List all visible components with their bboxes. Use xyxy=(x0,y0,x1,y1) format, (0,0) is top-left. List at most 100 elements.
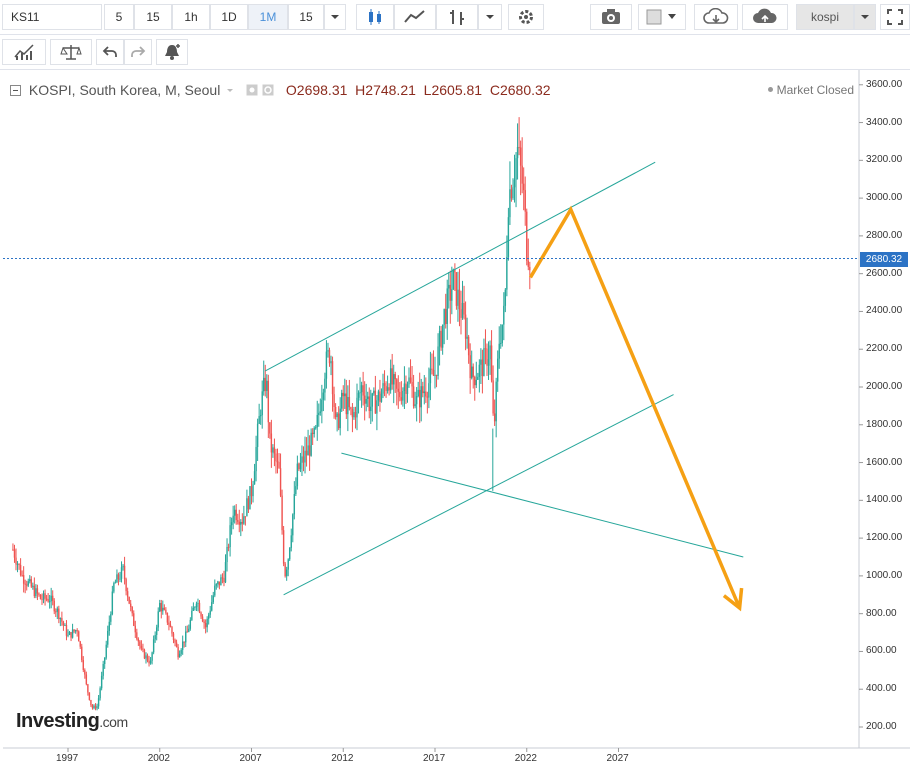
redo-button[interactable] xyxy=(124,39,152,65)
y-tick-label: 1000.00 xyxy=(866,569,903,581)
candle-body xyxy=(389,368,392,391)
interval-1m[interactable]: 1M xyxy=(248,4,288,30)
interval-15[interactable]: 15 xyxy=(134,4,172,30)
bars-button[interactable] xyxy=(436,4,478,30)
candle-body xyxy=(195,603,198,608)
candle-body xyxy=(211,602,213,611)
chevron-down-icon[interactable] xyxy=(226,87,234,95)
candle-body xyxy=(371,393,374,407)
candle-body xyxy=(448,284,450,289)
candle-body xyxy=(365,398,367,404)
candle-body xyxy=(336,413,338,418)
candle-body xyxy=(226,546,228,563)
settings-small-icon[interactable] xyxy=(262,84,274,96)
candle-body xyxy=(428,383,430,398)
undo-button[interactable] xyxy=(96,39,124,65)
candle-body xyxy=(406,384,409,394)
interval-15-custom[interactable]: 15 xyxy=(288,4,324,30)
candle-body xyxy=(252,484,254,497)
candle-body xyxy=(529,266,531,271)
alert-button[interactable] xyxy=(156,39,188,65)
candle-body xyxy=(81,646,83,661)
candle-body xyxy=(524,190,526,212)
indicators-button[interactable] xyxy=(2,39,46,65)
candle-body xyxy=(394,374,396,380)
collapse-legend-icon[interactable] xyxy=(10,85,21,96)
layout-dropdown[interactable] xyxy=(854,4,876,30)
candle-body xyxy=(292,514,294,536)
candles-icon xyxy=(369,9,381,25)
candle-body xyxy=(403,383,406,391)
candle-body xyxy=(263,377,265,392)
candle-body xyxy=(363,395,366,404)
candle-body xyxy=(396,379,398,389)
candle-body xyxy=(377,391,380,401)
candle-body xyxy=(316,414,318,428)
candle-body xyxy=(411,381,413,387)
fullscreen-button[interactable] xyxy=(880,4,910,30)
candle-body xyxy=(350,407,352,410)
candle-body xyxy=(290,535,292,548)
candle-body xyxy=(296,463,299,487)
line-chart-icon xyxy=(404,10,425,23)
candle-body xyxy=(33,585,36,597)
candle-body xyxy=(315,427,317,429)
candle-body xyxy=(490,345,493,381)
y-tick-label: 600.00 xyxy=(866,645,897,657)
candle-body xyxy=(149,660,152,664)
price-chart[interactable] xyxy=(0,70,910,770)
candle-body xyxy=(438,330,441,347)
cloud-upload-button[interactable] xyxy=(742,4,788,30)
layout-name-input[interactable]: kospi xyxy=(796,4,854,30)
candle-body xyxy=(30,579,32,587)
candle-body xyxy=(159,602,161,612)
candle-body xyxy=(278,462,280,469)
symbol-input[interactable]: KS11 xyxy=(2,4,102,30)
candle-body xyxy=(501,324,503,344)
candle-body xyxy=(270,433,273,453)
chevron-down-icon xyxy=(861,15,869,19)
candle-body xyxy=(412,386,415,407)
snapshot-button[interactable] xyxy=(590,4,632,30)
eye-icon[interactable] xyxy=(246,84,258,96)
y-tick-label: 1200.00 xyxy=(866,532,903,544)
candle-body xyxy=(110,614,112,622)
candle-body xyxy=(295,486,297,495)
interval-1d[interactable]: 1D xyxy=(210,4,248,30)
candle-body xyxy=(478,364,481,377)
candle-body xyxy=(183,641,185,643)
y-tick-label: 2600.00 xyxy=(866,267,903,279)
cloud-download-button[interactable] xyxy=(694,4,738,30)
interval-dropdown[interactable] xyxy=(324,4,346,30)
candle-body xyxy=(255,446,257,472)
candle-body xyxy=(484,348,487,350)
interval-5[interactable]: 5 xyxy=(104,4,134,30)
candle-body xyxy=(333,394,335,407)
compare-button[interactable] xyxy=(50,39,92,65)
candle-body xyxy=(515,158,517,180)
chart-type-dropdown[interactable] xyxy=(478,4,502,30)
interval-1h[interactable]: 1h xyxy=(172,4,210,30)
candle-body xyxy=(64,625,66,627)
candle-body xyxy=(258,416,260,424)
candle-body xyxy=(99,688,101,699)
candle-body xyxy=(126,591,129,597)
candle-body xyxy=(509,189,511,218)
market-status: Market Closed xyxy=(767,83,854,97)
candle-body xyxy=(339,408,341,429)
candle-body xyxy=(44,593,46,599)
logo-main: Investing xyxy=(16,710,100,732)
candle-body xyxy=(285,569,288,577)
candles-button[interactable] xyxy=(356,4,394,30)
candle-body xyxy=(243,516,245,524)
candle-body xyxy=(264,377,266,391)
candle-body xyxy=(422,386,424,394)
candle-body xyxy=(19,564,22,576)
line-chart-button[interactable] xyxy=(394,4,436,30)
candle-body xyxy=(15,557,17,565)
candle-body xyxy=(464,314,467,339)
candle-body xyxy=(373,390,375,394)
candle-body xyxy=(154,635,156,640)
settings-button[interactable] xyxy=(508,4,544,30)
color-button[interactable] xyxy=(638,4,686,30)
